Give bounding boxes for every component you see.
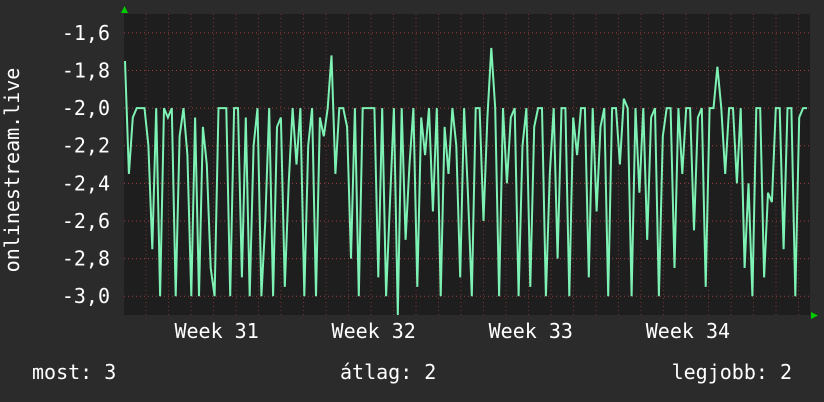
y-tick-label: -2,2 (62, 134, 110, 158)
y-tick-label: -2,8 (62, 247, 110, 271)
summary-stats: most: 3 átlag: 2 legjobb: 2 (0, 360, 824, 390)
x-tick-label: Week 31 (174, 319, 258, 343)
x-axis-arrow-icon (811, 312, 818, 319)
max-value: legjobb: 2 (671, 360, 792, 384)
y-tick-label: -1,8 (62, 58, 110, 82)
x-tick-label: Week 32 (332, 319, 416, 343)
x-tick-label: Week 34 (646, 319, 730, 343)
y-axis-arrow-icon (121, 6, 128, 13)
y-axis-label: onlinestream.live (0, 68, 24, 273)
average-value: átlag: 2 (340, 360, 437, 384)
y-tick-label: -2,4 (62, 171, 110, 195)
x-tick-label: Week 33 (489, 319, 573, 343)
line-chart: -1,6 -1,8 -2,0 -2,2 -2,4 -2,6 -2,8 -3,0 Week 31… (0, 6, 818, 343)
chart-panel: -1,6 -1,8 -2,0 -2,2 -2,4 -2,6 -2,8 -3,0 Week 31… (0, 0, 824, 402)
y-axis-ticks: -1,6 -1,8 -2,0 -2,2 -2,4 -2,6 -2,8 -3,0 (62, 21, 110, 308)
x-axis-ticks: Week 31 Week 32 Week 33 Week 34 (174, 319, 730, 343)
y-tick-label: -2,0 (62, 96, 110, 120)
y-tick-label: -2,6 (62, 209, 110, 233)
current-value: most: 3 (32, 360, 117, 384)
y-tick-label: -1,6 (62, 21, 110, 45)
y-tick-label: -3,0 (62, 284, 110, 308)
